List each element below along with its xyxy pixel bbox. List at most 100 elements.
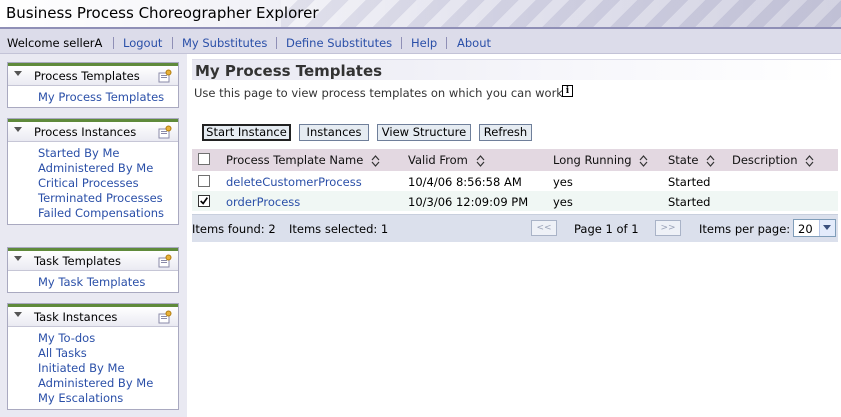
select-all-checkbox[interactable] bbox=[198, 153, 210, 165]
column-header-state[interactable]: State bbox=[668, 153, 715, 167]
sidebar-item-administered-by-me[interactable]: Administered By Me bbox=[38, 376, 178, 391]
page-description: Use this page to view process templates … bbox=[194, 86, 563, 100]
collapse-triangle-icon[interactable] bbox=[14, 256, 22, 261]
process-template-name-link[interactable]: deleteCustomerProcess bbox=[226, 175, 362, 189]
refresh-button[interactable]: Refresh bbox=[479, 124, 532, 141]
app-title: Business Process Choreographer Explorer bbox=[6, 4, 319, 22]
welcome-text: Welcome sellerA bbox=[7, 36, 103, 50]
title-bar-pattern bbox=[281, 0, 841, 27]
panel-header: Task Templates bbox=[8, 248, 178, 271]
instances-button[interactable]: Instances bbox=[299, 124, 369, 141]
column-header-description[interactable]: Description bbox=[732, 153, 814, 167]
items-per-page-label: Items per page: bbox=[699, 222, 791, 236]
table-row: deleteCustomerProcess 10/4/06 8:56:58 AM… bbox=[192, 171, 838, 191]
panel-task-templates: Task Templates My Task Templates bbox=[7, 247, 179, 293]
column-header-label: Process Template Name bbox=[226, 153, 364, 167]
row-select-checkbox[interactable] bbox=[198, 195, 210, 207]
panel-process-templates: Process Templates My Process Templates bbox=[7, 62, 179, 108]
table-row: orderProcess 10/3/06 12:09:09 PM yes Sta… bbox=[192, 191, 838, 211]
sort-icon[interactable] bbox=[706, 154, 715, 167]
start-instance-button[interactable]: Start Instance bbox=[202, 124, 291, 141]
column-header-label: Valid From bbox=[408, 153, 468, 167]
valid-from-cell: 10/4/06 8:56:58 AM bbox=[408, 175, 522, 189]
column-header-name[interactable]: Process Template Name bbox=[226, 153, 380, 167]
panel-settings-icon[interactable] bbox=[158, 125, 172, 139]
panel-settings-icon[interactable] bbox=[158, 254, 172, 268]
column-header-label: Description bbox=[732, 153, 798, 167]
column-header-label: Long Running bbox=[553, 153, 632, 167]
sidebar-item-my-task-templates[interactable]: My Task Templates bbox=[38, 275, 178, 290]
nav-separator bbox=[446, 37, 447, 49]
page-title: My Process Templates bbox=[195, 62, 383, 80]
info-icon[interactable]: i bbox=[562, 85, 573, 97]
sort-icon[interactable] bbox=[805, 154, 814, 167]
sidebar: Process Templates My Process Templates P… bbox=[0, 54, 187, 417]
sidebar-item-initiated-by-me[interactable]: Initiated By Me bbox=[38, 361, 178, 376]
panel-process-instances: Process Instances Started By Me Administ… bbox=[7, 118, 179, 225]
column-header-label: State bbox=[668, 153, 699, 167]
sort-icon[interactable] bbox=[371, 154, 380, 167]
nav-my-substitutes-link[interactable]: My Substitutes bbox=[182, 36, 267, 50]
panel-settings-icon[interactable] bbox=[158, 310, 172, 324]
column-header-valid-from[interactable]: Valid From bbox=[408, 153, 485, 167]
process-template-name-link[interactable]: orderProcess bbox=[226, 195, 300, 209]
items-selected: Items selected: 1 bbox=[289, 222, 388, 236]
nav-bar: Welcome sellerA Logout My Substitutes De… bbox=[0, 27, 841, 54]
panel-header: Process Instances bbox=[8, 119, 178, 142]
main-content: My Process Templates Use this page to vi… bbox=[192, 54, 841, 417]
valid-from-cell: 10/3/06 12:09:09 PM bbox=[408, 195, 529, 209]
long-running-cell: yes bbox=[553, 175, 573, 189]
panel-header: Process Templates bbox=[8, 63, 178, 86]
nav-separator bbox=[276, 37, 277, 49]
next-page-button[interactable]: >> bbox=[655, 220, 681, 236]
table-header-row: Process Template Name Valid From Long Ru… bbox=[192, 149, 838, 171]
items-per-page-select[interactable]: 20 bbox=[793, 219, 836, 237]
panel-task-instances: Task Instances My To-dos All Tasks Initi… bbox=[7, 303, 179, 410]
state-cell: Started bbox=[668, 195, 711, 209]
sort-icon[interactable] bbox=[476, 154, 485, 167]
sidebar-item-started-by-me[interactable]: Started By Me bbox=[38, 146, 178, 161]
nav-define-substitutes-link[interactable]: Define Substitutes bbox=[286, 36, 392, 50]
table-footer: Items found: 2 Items selected: 1 << Page… bbox=[192, 214, 838, 242]
items-selected-label: Items selected: bbox=[289, 222, 378, 236]
sidebar-item-failed-compensations[interactable]: Failed Compensations bbox=[38, 206, 178, 221]
sidebar-item-administered-by-me[interactable]: Administered By Me bbox=[38, 161, 178, 176]
panel-header: Task Instances bbox=[8, 304, 178, 327]
items-found-label: Items found: bbox=[192, 222, 265, 236]
nav-separator bbox=[172, 37, 173, 49]
nav-separator bbox=[401, 37, 402, 49]
column-header-long-running[interactable]: Long Running bbox=[553, 153, 648, 167]
chevron-down-icon[interactable] bbox=[819, 220, 835, 236]
nav-logout-link[interactable]: Logout bbox=[123, 36, 162, 50]
row-select-checkbox[interactable] bbox=[198, 175, 210, 187]
collapse-triangle-icon[interactable] bbox=[14, 71, 22, 76]
sidebar-item-my-process-templates[interactable]: My Process Templates bbox=[38, 90, 178, 105]
view-structure-button[interactable]: View Structure bbox=[377, 124, 471, 141]
items-found-count: 2 bbox=[268, 222, 276, 236]
page-heading-bar: My Process Templates bbox=[192, 59, 841, 80]
state-cell: Started bbox=[668, 175, 711, 189]
sidebar-item-all-tasks[interactable]: All Tasks bbox=[38, 346, 178, 361]
panel-title: Process Templates bbox=[34, 69, 140, 83]
sort-icon[interactable] bbox=[639, 154, 648, 167]
long-running-cell: yes bbox=[553, 195, 573, 209]
collapse-triangle-icon[interactable] bbox=[14, 127, 22, 132]
sidebar-item-critical-processes[interactable]: Critical Processes bbox=[38, 176, 178, 191]
nav-separator bbox=[113, 37, 114, 49]
sidebar-item-my-escalations[interactable]: My Escalations bbox=[38, 391, 178, 406]
panel-title: Process Instances bbox=[34, 125, 137, 139]
items-selected-count: 1 bbox=[380, 222, 389, 236]
nav-about-link[interactable]: About bbox=[457, 36, 491, 50]
items-found: Items found: 2 bbox=[192, 222, 276, 236]
panel-title: Task Instances bbox=[34, 310, 118, 324]
previous-page-button[interactable]: << bbox=[531, 220, 557, 236]
sidebar-item-terminated-processes[interactable]: Terminated Processes bbox=[38, 191, 178, 206]
nav-help-link[interactable]: Help bbox=[411, 36, 437, 50]
collapse-triangle-icon[interactable] bbox=[14, 312, 22, 317]
sidebar-item-my-to-dos[interactable]: My To-dos bbox=[38, 331, 178, 346]
title-bar: Business Process Choreographer Explorer bbox=[0, 0, 841, 27]
items-per-page-value: 20 bbox=[798, 222, 813, 236]
page-indicator: Page 1 of 1 bbox=[574, 222, 639, 236]
panel-title: Task Templates bbox=[34, 254, 121, 268]
panel-settings-icon[interactable] bbox=[158, 69, 172, 83]
